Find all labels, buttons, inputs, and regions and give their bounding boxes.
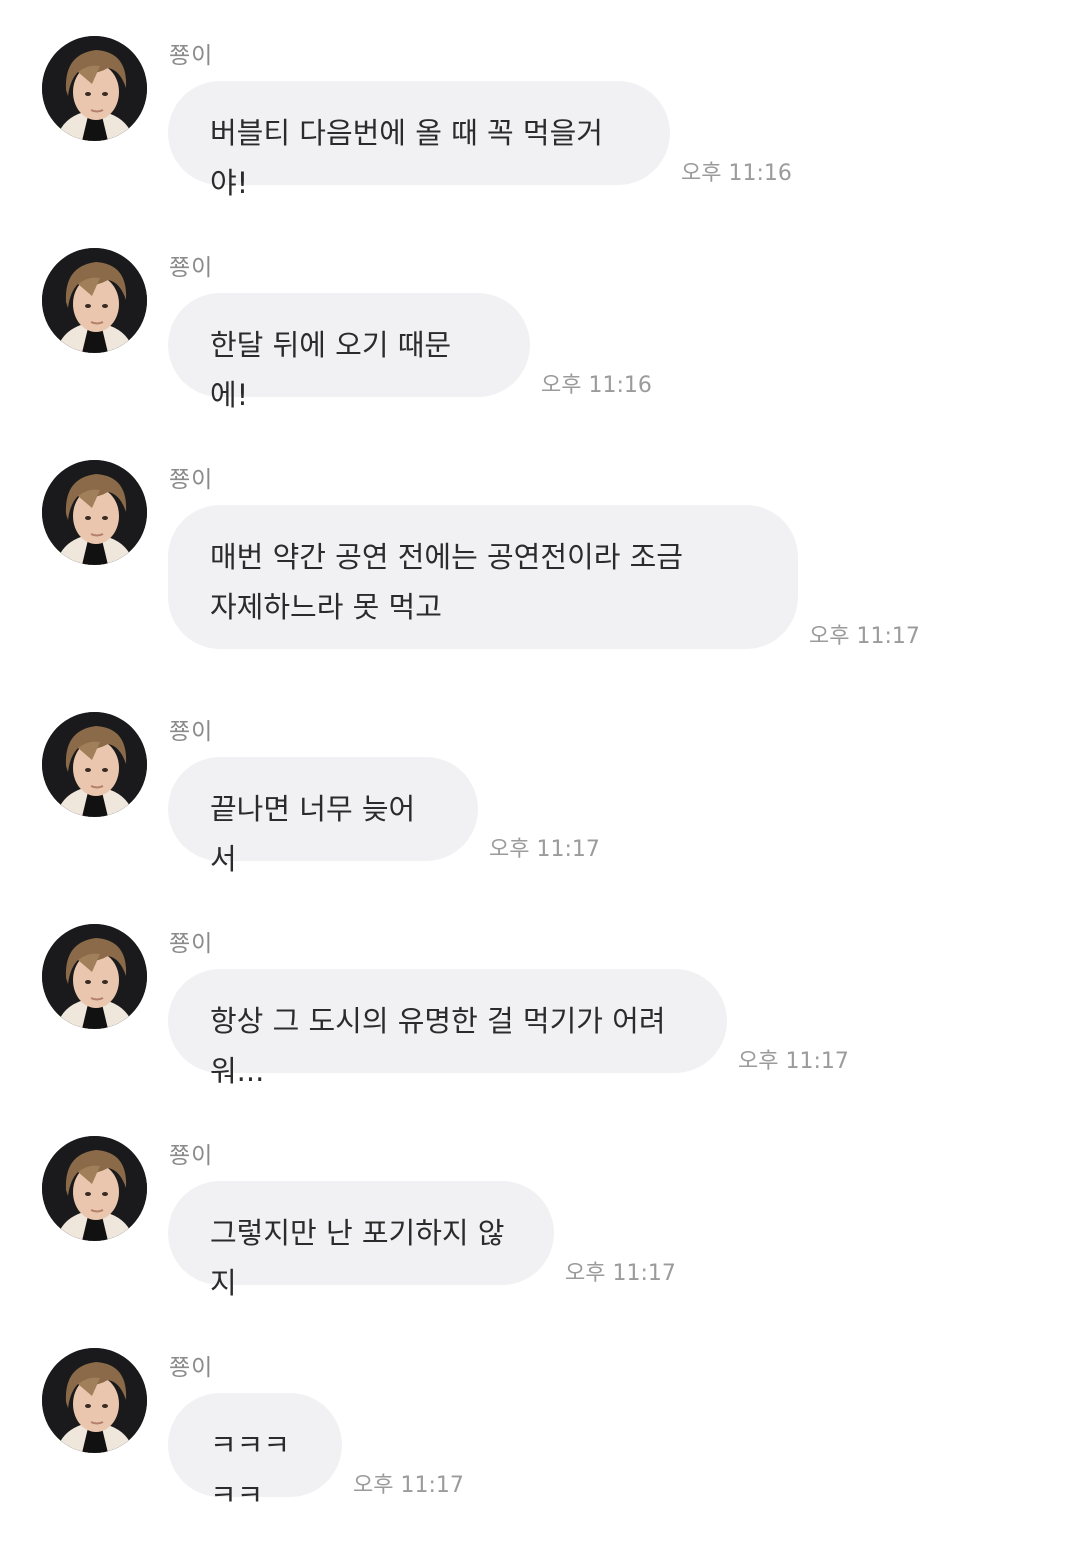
avatar[interactable] — [42, 712, 147, 817]
message-bubble[interactable]: ㅋㅋㅋㅋㅋ — [168, 1393, 342, 1512]
avatar[interactable] — [42, 460, 147, 565]
message-bubble[interactable]: 한달 뒤에 오기 때문에! — [168, 293, 530, 412]
avatar-photo-icon — [42, 1348, 147, 1453]
message-timestamp: 오후 11:17 — [738, 1049, 849, 1074]
avatar-photo-icon — [42, 248, 147, 353]
avatar[interactable] — [42, 248, 147, 353]
message-bubble[interactable]: 버블티 다음번에 올 때 꼭 먹을거야! — [168, 81, 670, 200]
message-timestamp: 오후 11:17 — [353, 1473, 464, 1498]
sender-name: 쭁이 — [169, 931, 214, 957]
message-bubble[interactable]: 매번 약간 공연 전에는 공연전이라 조금 자제하느라 못 먹고 — [168, 505, 798, 649]
avatar-photo-icon — [42, 36, 147, 141]
sender-name: 쭁이 — [169, 1143, 214, 1169]
message-timestamp: 오후 11:17 — [489, 837, 600, 862]
sender-name: 쭁이 — [169, 467, 214, 493]
avatar[interactable] — [42, 1348, 147, 1453]
avatar-photo-icon — [42, 712, 147, 817]
message-timestamp: 오후 11:16 — [541, 373, 652, 398]
message-bubble[interactable]: 끝나면 너무 늦어서 — [168, 757, 478, 876]
message-bubble[interactable]: 그렇지만 난 포기하지 않지 — [168, 1181, 554, 1300]
avatar-photo-icon — [42, 924, 147, 1029]
avatar[interactable] — [42, 1136, 147, 1241]
sender-name: 쭁이 — [169, 255, 214, 281]
avatar[interactable] — [42, 924, 147, 1029]
sender-name: 쭁이 — [169, 43, 214, 69]
message-timestamp: 오후 11:17 — [809, 624, 920, 649]
avatar[interactable] — [42, 36, 147, 141]
message-timestamp: 오후 11:17 — [565, 1261, 676, 1286]
message-bubble[interactable]: 항상 그 도시의 유명한 걸 먹기가 어려워... — [168, 969, 727, 1088]
avatar-photo-icon — [42, 1136, 147, 1241]
sender-name: 쭁이 — [169, 719, 214, 745]
sender-name: 쭁이 — [169, 1355, 214, 1381]
avatar-photo-icon — [42, 460, 147, 565]
message-timestamp: 오후 11:16 — [681, 161, 792, 186]
